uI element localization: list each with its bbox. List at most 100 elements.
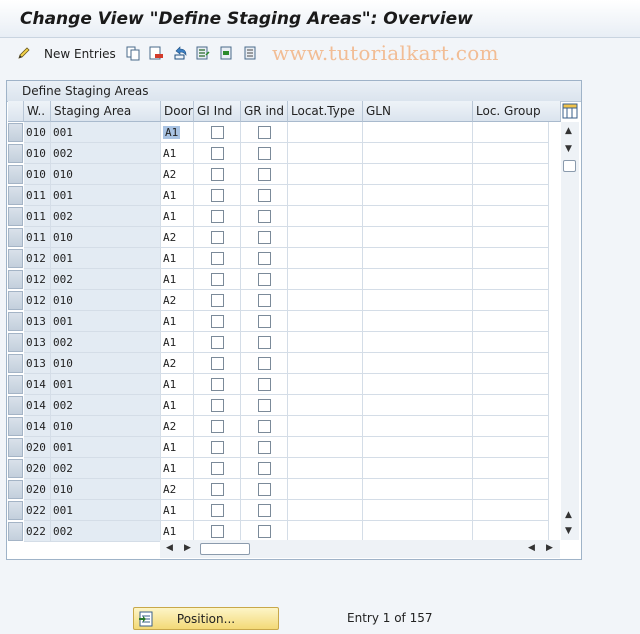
row-selector[interactable] (8, 375, 23, 394)
gln-field[interactable] (363, 122, 473, 143)
loc-group-field[interactable] (473, 227, 549, 248)
door-field[interactable]: A1 (161, 311, 194, 332)
column-header-warehouse[interactable]: W.. (24, 101, 51, 122)
vertical-scrollbar[interactable]: ▲ ▼ ▲ ▼ (561, 122, 579, 540)
locat-type-field[interactable] (288, 374, 363, 395)
door-field[interactable]: A1 (161, 143, 194, 164)
door-field[interactable]: A1 (161, 458, 194, 479)
gr-ind-checkbox[interactable] (258, 168, 271, 181)
locat-type-field[interactable] (288, 185, 363, 206)
row-selector[interactable] (8, 522, 23, 541)
locat-type-field[interactable] (288, 206, 363, 227)
locat-type-field[interactable] (288, 395, 363, 416)
loc-group-field[interactable] (473, 185, 549, 206)
door-field[interactable]: A1 (161, 395, 194, 416)
door-field[interactable]: A2 (161, 227, 194, 248)
door-field[interactable]: A1 (161, 374, 194, 395)
column-header-door[interactable]: Door (161, 101, 194, 122)
door-field[interactable]: A2 (161, 416, 194, 437)
column-header-gr-ind[interactable]: GR ind (241, 101, 288, 122)
gi-ind-checkbox[interactable] (211, 399, 224, 412)
select-all-icon[interactable] (195, 45, 211, 61)
gi-ind-checkbox[interactable] (211, 126, 224, 139)
gr-ind-checkbox[interactable] (258, 462, 271, 475)
gi-ind-checkbox[interactable] (211, 294, 224, 307)
gi-ind-checkbox[interactable] (211, 462, 224, 475)
column-header-locat-type[interactable]: Locat.Type (288, 101, 363, 122)
scroll-page-up-icon[interactable]: ▼ (565, 144, 572, 154)
delete-icon[interactable] (148, 45, 164, 61)
column-header-gi-ind[interactable]: GI Ind (194, 101, 241, 122)
gr-ind-checkbox[interactable] (258, 357, 271, 370)
row-selector[interactable] (8, 228, 23, 247)
locat-type-field[interactable] (288, 227, 363, 248)
gln-field[interactable] (363, 311, 473, 332)
loc-group-field[interactable] (473, 143, 549, 164)
locat-type-field[interactable] (288, 437, 363, 458)
gr-ind-checkbox[interactable] (258, 252, 271, 265)
loc-group-field[interactable] (473, 164, 549, 185)
locat-type-field[interactable] (288, 290, 363, 311)
locat-type-field[interactable] (288, 479, 363, 500)
copy-icon[interactable] (125, 45, 141, 61)
loc-group-field[interactable] (473, 311, 549, 332)
row-selector[interactable] (8, 417, 23, 436)
loc-group-field[interactable] (473, 521, 549, 542)
loc-group-field[interactable] (473, 269, 549, 290)
door-field[interactable]: A1 (161, 332, 194, 353)
gi-ind-checkbox[interactable] (211, 147, 224, 160)
gr-ind-checkbox[interactable] (258, 399, 271, 412)
gln-field[interactable] (363, 248, 473, 269)
row-selector[interactable] (8, 459, 23, 478)
locat-type-field[interactable] (288, 521, 363, 542)
gr-ind-checkbox[interactable] (258, 420, 271, 433)
new-entries-button[interactable]: New Entries (44, 47, 116, 61)
loc-group-field[interactable] (473, 500, 549, 521)
door-field[interactable]: A1 (161, 500, 194, 521)
gi-ind-checkbox[interactable] (211, 273, 224, 286)
locat-type-field[interactable] (288, 164, 363, 185)
gi-ind-checkbox[interactable] (211, 420, 224, 433)
row-selector[interactable] (8, 396, 23, 415)
table-settings-icon[interactable] (562, 103, 578, 119)
gi-ind-checkbox[interactable] (211, 189, 224, 202)
row-selector[interactable] (8, 438, 23, 457)
gi-ind-checkbox[interactable] (211, 504, 224, 517)
row-selector[interactable] (8, 270, 23, 289)
gr-ind-checkbox[interactable] (258, 378, 271, 391)
gln-field[interactable] (363, 290, 473, 311)
column-header-loc-group[interactable]: Loc. Group (473, 101, 561, 122)
gi-ind-checkbox[interactable] (211, 357, 224, 370)
door-field[interactable]: A1 (161, 122, 194, 143)
locat-type-field[interactable] (288, 458, 363, 479)
gi-ind-checkbox[interactable] (211, 336, 224, 349)
gln-field[interactable] (363, 164, 473, 185)
gr-ind-checkbox[interactable] (258, 336, 271, 349)
gr-ind-checkbox[interactable] (258, 441, 271, 454)
gln-field[interactable] (363, 521, 473, 542)
vertical-scroll-thumb[interactable] (563, 160, 576, 172)
gln-field[interactable] (363, 143, 473, 164)
gr-ind-checkbox[interactable] (258, 147, 271, 160)
gln-field[interactable] (363, 353, 473, 374)
loc-group-field[interactable] (473, 206, 549, 227)
gi-ind-checkbox[interactable] (211, 315, 224, 328)
row-selector[interactable] (8, 333, 23, 352)
door-field[interactable]: A2 (161, 479, 194, 500)
gln-field[interactable] (363, 395, 473, 416)
row-selector[interactable] (8, 480, 23, 499)
gln-field[interactable] (363, 458, 473, 479)
gr-ind-checkbox[interactable] (258, 504, 271, 517)
gln-field[interactable] (363, 479, 473, 500)
gln-field[interactable] (363, 500, 473, 521)
locat-type-field[interactable] (288, 122, 363, 143)
locat-type-field[interactable] (288, 248, 363, 269)
row-selector[interactable] (8, 123, 23, 142)
gr-ind-checkbox[interactable] (258, 525, 271, 538)
locat-type-field[interactable] (288, 311, 363, 332)
door-field[interactable]: A1 (161, 437, 194, 458)
loc-group-field[interactable] (473, 395, 549, 416)
locat-type-field[interactable] (288, 500, 363, 521)
door-field[interactable]: A2 (161, 353, 194, 374)
row-selector[interactable] (8, 249, 23, 268)
